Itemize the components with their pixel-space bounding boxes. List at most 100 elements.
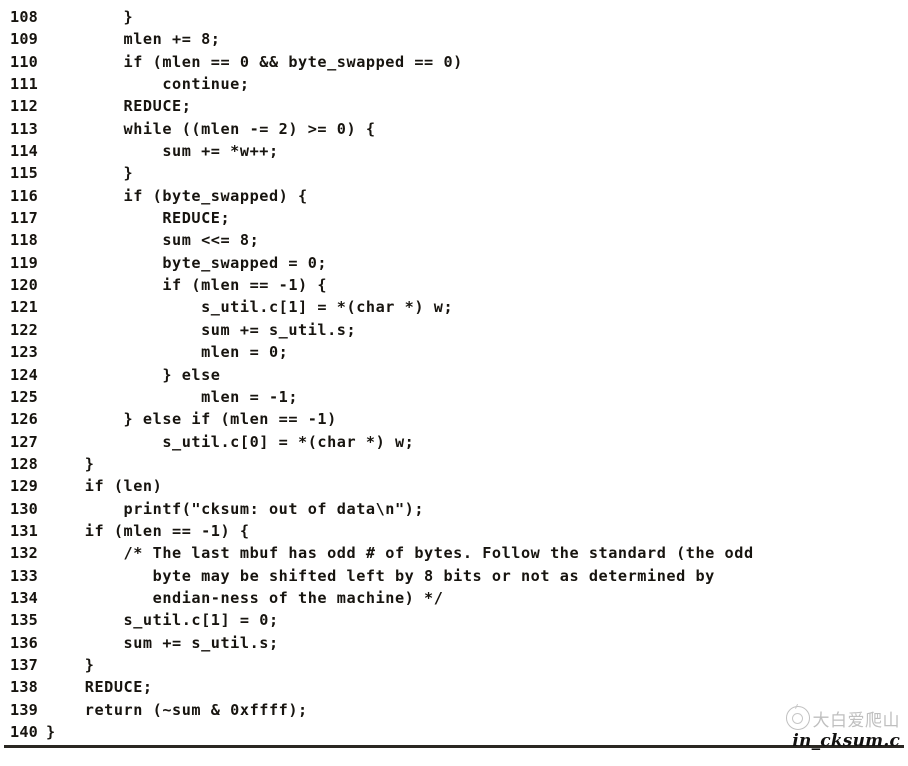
line-number: 108: [10, 8, 39, 26]
code-text: if (mlen == -1) {: [46, 276, 328, 295]
line-number: 136: [10, 633, 39, 652]
code-text: REDUCE;: [46, 678, 153, 697]
code-line: 117 REDUCE;: [0, 207, 908, 229]
line-number: 131: [10, 521, 39, 540]
line-number: 134: [10, 588, 39, 607]
line-number: 138: [10, 678, 39, 697]
code-line: 112 REDUCE;: [0, 95, 908, 117]
code-text: sum <<= 8;: [46, 231, 260, 250]
line-number: 114: [10, 142, 39, 161]
code-line: 108 }: [0, 6, 908, 28]
code-text: sum += s_util.s;: [46, 633, 279, 652]
code-text: while ((mlen -= 2) >= 0) {: [46, 119, 376, 138]
line-number: 137: [10, 655, 39, 674]
line-number: 130: [10, 499, 39, 518]
code-text: }: [46, 164, 134, 183]
line-number: 132: [10, 544, 39, 563]
line-number: 111: [10, 75, 39, 94]
code-text: s_util.c[1] = *(char *) w;: [46, 298, 454, 317]
code-text: if (mlen == -1) {: [46, 521, 250, 540]
code-listing: 108 } 109 mlen += 8; 110 if (mlen == 0 && …: [0, 0, 908, 743]
line-number: 125: [10, 387, 39, 406]
code-text: } else: [46, 365, 221, 384]
code-line: 122 sum += s_util.s;: [0, 319, 908, 341]
code-line: 132 /* The last mbuf has odd # of bytes.…: [0, 542, 908, 564]
line-number: 126: [10, 410, 39, 429]
line-number: 133: [10, 566, 39, 585]
code-line: 121 s_util.c[1] = *(char *) w;: [0, 296, 908, 318]
code-text: }: [46, 655, 95, 674]
code-line: 133 byte may be shifted left by 8 bits o…: [0, 565, 908, 587]
line-number: 121: [10, 298, 39, 317]
code-text: mlen += 8;: [46, 30, 221, 49]
code-text: }: [46, 8, 134, 26]
code-line: 131 if (mlen == -1) {: [0, 520, 908, 542]
code-text: }: [46, 723, 56, 741]
code-text: s_util.c[0] = *(char *) w;: [46, 432, 415, 451]
code-line: 135 s_util.c[1] = 0;: [0, 609, 908, 631]
code-line: 120 if (mlen == -1) {: [0, 274, 908, 296]
code-line: 136 sum += s_util.s;: [0, 632, 908, 654]
code-line: 109 mlen += 8;: [0, 28, 908, 50]
code-line: 126 } else if (mlen == -1): [0, 408, 908, 430]
code-text: if (len): [46, 477, 163, 496]
code-line: 115 }: [0, 162, 908, 184]
code-text: mlen = -1;: [46, 387, 299, 406]
code-line: 134 endian-ness of the machine) */: [0, 587, 908, 609]
line-number: 139: [10, 700, 39, 719]
code-line: 123 mlen = 0;: [0, 341, 908, 363]
code-line: 127 s_util.c[0] = *(char *) w;: [0, 431, 908, 453]
code-line: 124 } else: [0, 364, 908, 386]
line-number: 123: [10, 343, 39, 362]
code-line: 118 sum <<= 8;: [0, 229, 908, 251]
line-number: 117: [10, 209, 39, 228]
code-line: 119 byte_swapped = 0;: [0, 252, 908, 274]
code-text: byte may be shifted left by 8 bits or no…: [46, 566, 715, 585]
line-number: 115: [10, 164, 39, 183]
code-text: s_util.c[1] = 0;: [46, 611, 279, 630]
code-line: 114 sum += *w++;: [0, 140, 908, 162]
line-number: 135: [10, 611, 39, 630]
line-number: 116: [10, 186, 39, 205]
code-line: 113 while ((mlen -= 2) >= 0) {: [0, 118, 908, 140]
line-number: 127: [10, 432, 39, 451]
code-text: sum += s_util.s;: [46, 320, 357, 339]
footer-divider-rule: [4, 745, 904, 748]
code-text: mlen = 0;: [46, 343, 289, 362]
code-line: 137 }: [0, 654, 908, 676]
code-line: 138 REDUCE;: [0, 676, 908, 698]
line-number: 120: [10, 276, 39, 295]
code-text: } else if (mlen == -1): [46, 410, 337, 429]
code-text: }: [46, 454, 95, 473]
line-number: 129: [10, 477, 39, 496]
code-text: endian-ness of the machine) */: [46, 588, 444, 607]
code-line: 125 mlen = -1;: [0, 386, 908, 408]
code-text: REDUCE;: [46, 97, 192, 116]
code-text: if (mlen == 0 && byte_swapped == 0): [46, 52, 463, 71]
line-number: 118: [10, 231, 39, 250]
code-line: 110 if (mlen == 0 && byte_swapped == 0): [0, 51, 908, 73]
code-text: /* The last mbuf has odd # of bytes. Fol…: [46, 544, 754, 563]
code-text: continue;: [46, 75, 250, 94]
code-line: 128 }: [0, 453, 908, 475]
code-text: byte_swapped = 0;: [46, 253, 328, 272]
code-line: 130 printf("cksum: out of data\n");: [0, 498, 908, 520]
line-number: 112: [10, 97, 39, 116]
line-number: 140: [10, 723, 39, 741]
file-caption: in_cksum.c: [792, 731, 900, 751]
code-text: printf("cksum: out of data\n");: [46, 499, 425, 518]
code-text: REDUCE;: [46, 209, 231, 228]
line-number: 113: [10, 119, 39, 138]
code-text: if (byte_swapped) {: [46, 186, 308, 205]
code-line: 139 return (~sum & 0xffff);: [0, 699, 908, 721]
line-number: 109: [10, 30, 39, 49]
line-number: 122: [10, 320, 39, 339]
code-text: sum += *w++;: [46, 142, 279, 161]
code-line: 129 if (len): [0, 475, 908, 497]
line-number: 110: [10, 52, 39, 71]
code-line: 111 continue;: [0, 73, 908, 95]
code-line: 116 if (byte_swapped) {: [0, 185, 908, 207]
line-number: 119: [10, 253, 39, 272]
line-number: 124: [10, 365, 39, 384]
code-text: return (~sum & 0xffff);: [46, 700, 308, 719]
